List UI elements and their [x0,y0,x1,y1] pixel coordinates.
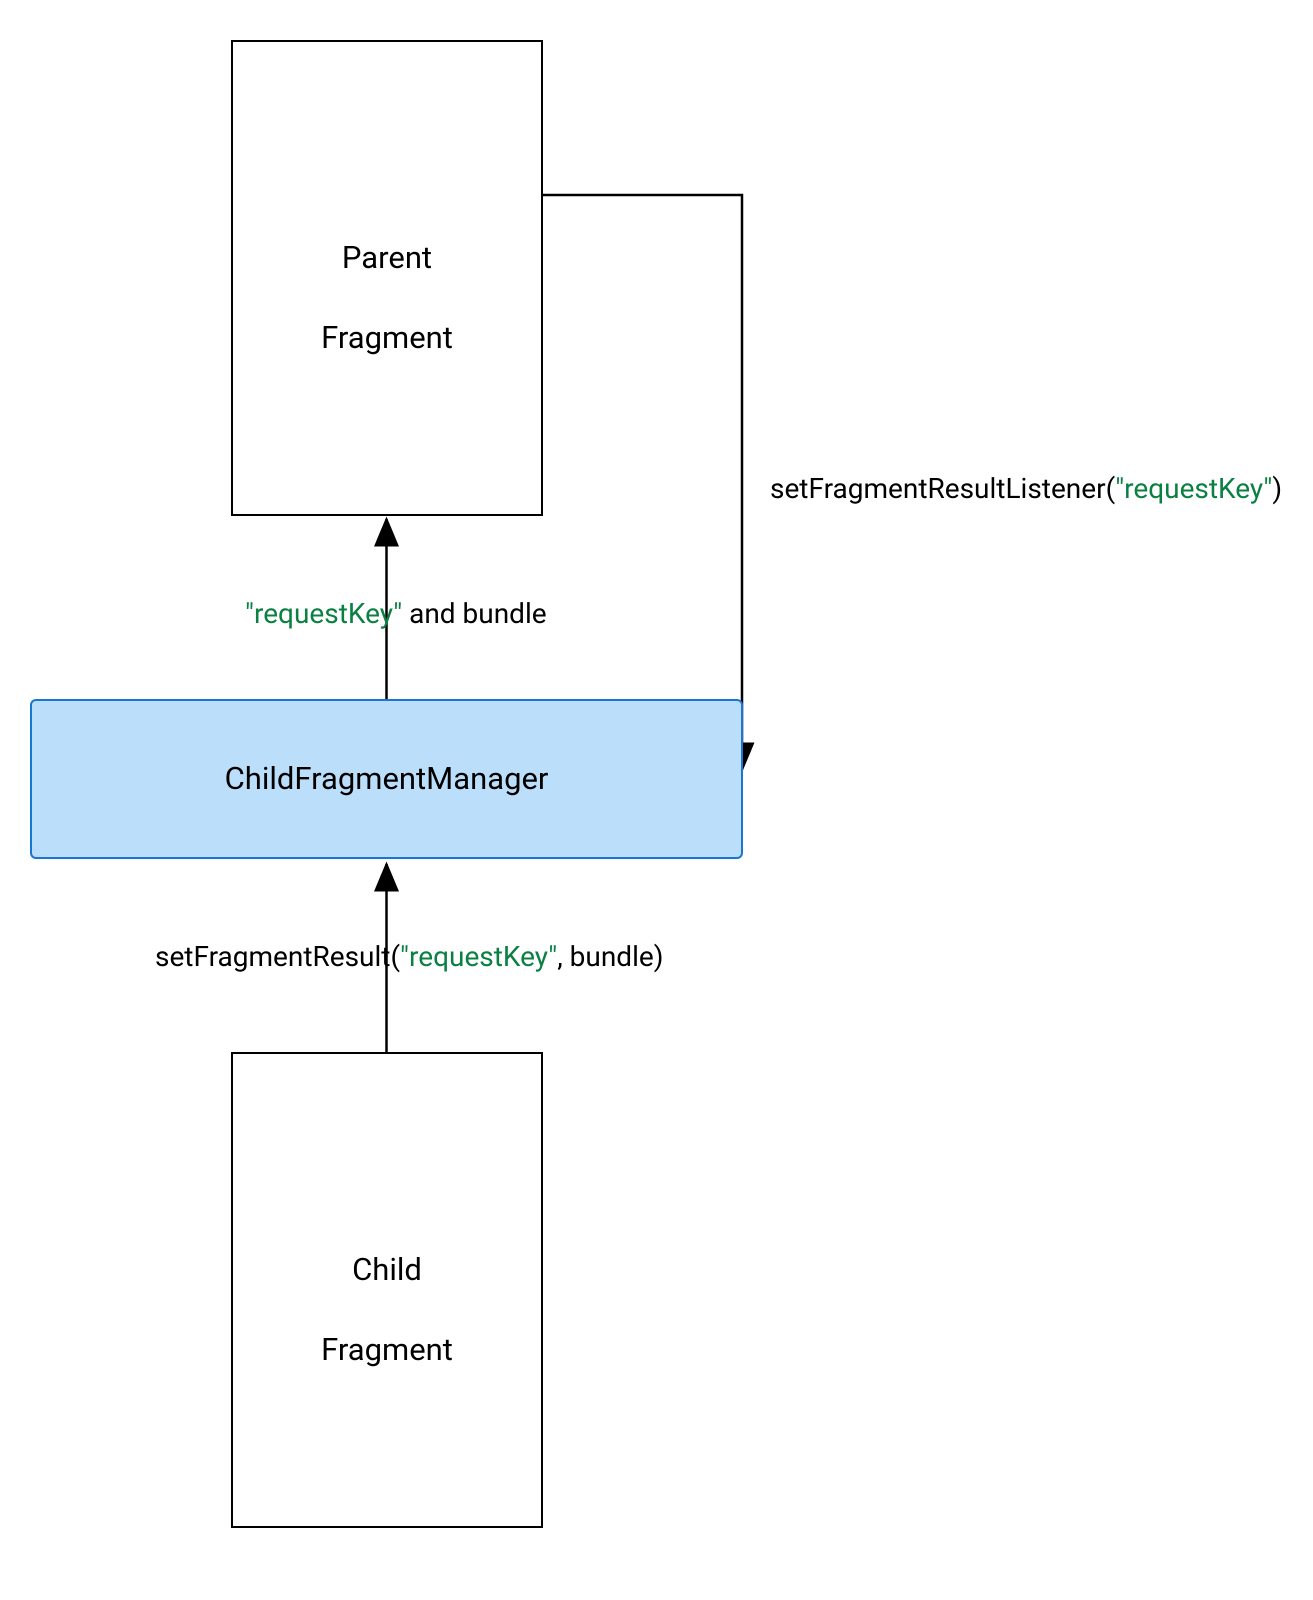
fragment-result-diagram: Parent Fragment ChildFragmentManager Chi… [0,0,1313,1600]
child-fragment-label: Child Fragment [321,1209,453,1370]
edge-label-parent-to-manager: setFragmentResultListener("requestKey") [770,472,1282,505]
parent-fragment-label: Parent Fragment [321,197,453,358]
parent-fragment-box: Parent Fragment [231,40,543,516]
child-fragment-manager-box: ChildFragmentManager [30,699,743,859]
child-fragment-box: Child Fragment [231,1052,543,1528]
child-fragment-manager-label: ChildFragmentManager [225,759,549,799]
edge-label-child-to-manager: setFragmentResult("requestKey", bundle) [155,940,664,973]
edge-label-manager-to-parent: "requestKey" and bundle [245,597,547,630]
